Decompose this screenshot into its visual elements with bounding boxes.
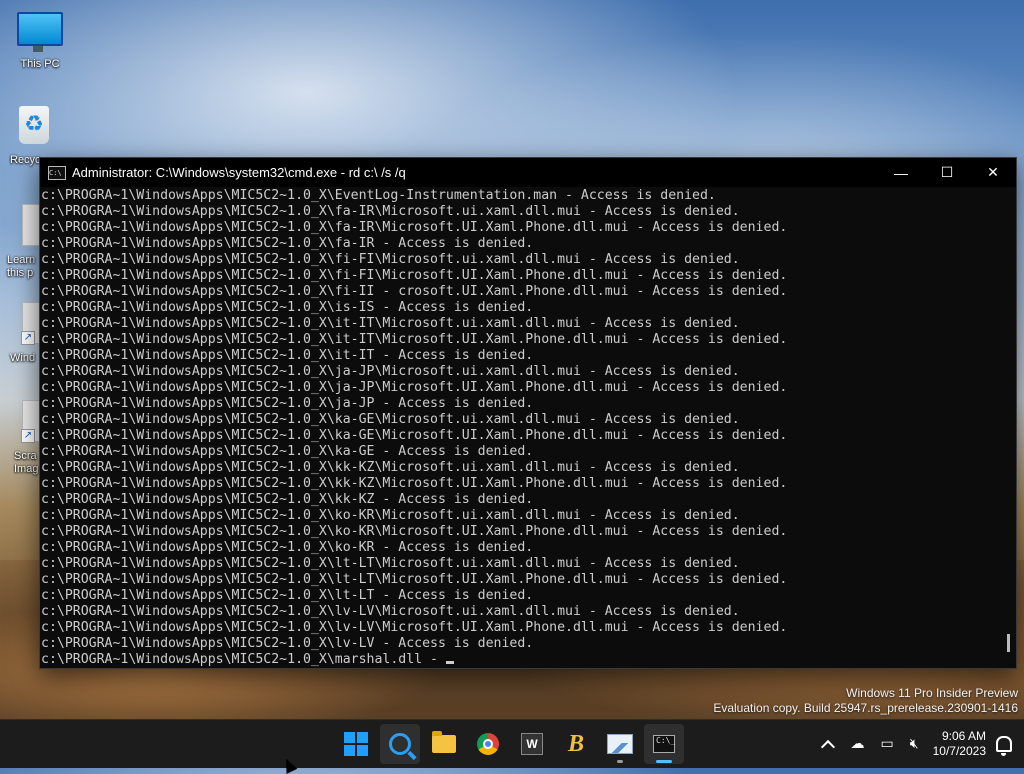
this-pc-icon bbox=[17, 12, 63, 52]
close-button[interactable]: ✕ bbox=[970, 158, 1016, 187]
console-line: c:\PROGRA~1\WindowsApps\MIC5C2~1.0_X\fa-… bbox=[41, 236, 534, 251]
console-line: c:\PROGRA~1\WindowsApps\MIC5C2~1.0_X\ko-… bbox=[41, 524, 788, 539]
chrome-icon bbox=[477, 733, 499, 755]
terminal-button[interactable]: C:\_ bbox=[644, 724, 684, 764]
console-line: c:\PROGRA~1\WindowsApps\MIC5C2~1.0_X\ko-… bbox=[41, 508, 740, 523]
terminal-icon: C:\_ bbox=[653, 735, 675, 753]
folder-icon bbox=[432, 731, 456, 753]
onedrive-icon[interactable]: ☁ bbox=[851, 736, 865, 752]
window-title: Administrator: C:\Windows\system32\cmd.e… bbox=[72, 165, 406, 180]
clock-time: 9:06 AM bbox=[941, 729, 986, 743]
windows-logo-icon bbox=[344, 732, 368, 756]
vertical-scrollbar[interactable] bbox=[1002, 187, 1014, 668]
watermark-line-edition: Windows 11 Pro Insider Preview bbox=[846, 686, 1018, 700]
desktop-icon-this-pc[interactable]: This PC bbox=[8, 12, 72, 71]
watermark-line-build: Evaluation copy. Build 25947.rs_prerelea… bbox=[713, 701, 1018, 715]
show-hidden-icons-chevron-icon[interactable] bbox=[820, 739, 835, 755]
search-button[interactable] bbox=[380, 724, 420, 764]
console-line: c:\PROGRA~1\WindowsApps\MIC5C2~1.0_X\ja-… bbox=[41, 380, 788, 395]
cmd-app-icon: C:\ bbox=[48, 165, 66, 180]
b-app-icon: B bbox=[567, 730, 584, 757]
shortcut-arrow-icon: ↗ bbox=[21, 331, 35, 345]
console-line: c:\PROGRA~1\WindowsApps\MIC5C2~1.0_X\ko-… bbox=[41, 540, 534, 555]
current-line-text: c:\PROGRA~1\WindowsApps\MIC5C2~1.0_X\mar… bbox=[41, 652, 438, 667]
file-explorer-button[interactable] bbox=[424, 724, 464, 764]
console-line: c:\PROGRA~1\WindowsApps\MIC5C2~1.0_X\ka-… bbox=[41, 412, 740, 427]
scrollbar-thumb[interactable] bbox=[1007, 634, 1010, 652]
shortcut-arrow-icon: ↗ bbox=[21, 429, 35, 443]
search-icon bbox=[389, 733, 411, 755]
console-line: c:\PROGRA~1\WindowsApps\MIC5C2~1.0_X\kk-… bbox=[41, 476, 788, 491]
console-line: c:\PROGRA~1\WindowsApps\MIC5C2~1.0_X\ja-… bbox=[41, 396, 534, 411]
image-chart-icon bbox=[607, 734, 633, 754]
console-line: c:\PROGRA~1\WindowsApps\MIC5C2~1.0_X\fi-… bbox=[41, 268, 788, 283]
console-line: c:\PROGRA~1\WindowsApps\MIC5C2~1.0_X\it-… bbox=[41, 316, 740, 331]
w-app-icon: W bbox=[521, 733, 543, 755]
recycle-bin-icon: ♻ bbox=[19, 106, 49, 144]
clock[interactable]: 9:06 AM 10/7/2023 bbox=[933, 729, 986, 759]
console-output[interactable]: c:\PROGRA~1\WindowsApps\MIC5C2~1.0_X\Eve… bbox=[40, 187, 1000, 668]
notifications-bell-icon[interactable] bbox=[996, 736, 1012, 756]
title-bar[interactable]: C:\ Administrator: C:\Windows\system32\c… bbox=[40, 158, 1016, 187]
chrome-button[interactable] bbox=[468, 724, 508, 764]
console-line: c:\PROGRA~1\WindowsApps\MIC5C2~1.0_X\kk-… bbox=[41, 492, 534, 507]
console-line: c:\PROGRA~1\WindowsApps\MIC5C2~1.0_X\fa-… bbox=[41, 220, 788, 235]
console-line: c:\PROGRA~1\WindowsApps\MIC5C2~1.0_X\Eve… bbox=[41, 188, 716, 203]
active-indicator bbox=[656, 760, 672, 763]
volume-muted-icon[interactable]: 🔇︎ bbox=[910, 736, 919, 752]
console-line: c:\PROGRA~1\WindowsApps\MIC5C2~1.0_X\ja-… bbox=[41, 364, 740, 379]
console-line: c:\PROGRA~1\WindowsApps\MIC5C2~1.0_X\lv-… bbox=[41, 636, 534, 651]
console-line: c:\PROGRA~1\WindowsApps\MIC5C2~1.0_X\lt-… bbox=[41, 572, 788, 587]
console-line: c:\PROGRA~1\WindowsApps\MIC5C2~1.0_X\lv-… bbox=[41, 604, 740, 619]
cmd-window[interactable]: C:\ Administrator: C:\Windows\system32\c… bbox=[39, 157, 1017, 669]
console-line: c:\PROGRA~1\WindowsApps\MIC5C2~1.0_X\lt-… bbox=[41, 556, 740, 571]
network-icon[interactable]: ▭ bbox=[881, 736, 894, 752]
system-tray: ☁ ▭ 🔇︎ 9:06 AM 10/7/2023 bbox=[813, 720, 1024, 768]
console-line: c:\PROGRA~1\WindowsApps\MIC5C2~1.0_X\it-… bbox=[41, 332, 788, 347]
maximize-button[interactable]: ☐ bbox=[924, 158, 970, 187]
console-line: c:\PROGRA~1\WindowsApps\MIC5C2~1.0_X\fi-… bbox=[41, 284, 788, 299]
photo-app-button[interactable] bbox=[600, 724, 640, 764]
taskbar: W B C:\_ ☁ ▭ 🔇︎ 9:06 AM 10/7/2023 bbox=[0, 719, 1024, 768]
text-cursor bbox=[445, 661, 454, 664]
console-line: c:\PROGRA~1\WindowsApps\MIC5C2~1.0_X\it-… bbox=[41, 348, 534, 363]
clock-date: 10/7/2023 bbox=[932, 744, 986, 758]
desktop-icon-label: This PC bbox=[20, 58, 60, 70]
console-line: c:\PROGRA~1\WindowsApps\MIC5C2~1.0_X\kk-… bbox=[41, 460, 740, 475]
evaluation-watermark: Windows 11 Pro Insider Preview Evaluatio… bbox=[713, 686, 1018, 716]
console-line: c:\PROGRA~1\WindowsApps\MIC5C2~1.0_X\lv-… bbox=[41, 620, 788, 635]
minimize-button[interactable]: — bbox=[878, 158, 924, 187]
w-app-button[interactable]: W bbox=[512, 724, 552, 764]
start-button[interactable] bbox=[336, 724, 376, 764]
console-line: c:\PROGRA~1\WindowsApps\MIC5C2~1.0_X\fi-… bbox=[41, 252, 740, 267]
console-line: c:\PROGRA~1\WindowsApps\MIC5C2~1.0_X\fa-… bbox=[41, 204, 740, 219]
console-line: c:\PROGRA~1\WindowsApps\MIC5C2~1.0_X\ka-… bbox=[41, 444, 534, 459]
console-line: c:\PROGRA~1\WindowsApps\MIC5C2~1.0_X\ka-… bbox=[41, 428, 788, 443]
running-indicator bbox=[617, 760, 623, 763]
console-current-line: c:\PROGRA~1\WindowsApps\MIC5C2~1.0_X\mar… bbox=[41, 652, 1000, 668]
console-line: c:\PROGRA~1\WindowsApps\MIC5C2~1.0_X\is-… bbox=[41, 300, 534, 315]
b-app-button[interactable]: B bbox=[556, 724, 596, 764]
console-line: c:\PROGRA~1\WindowsApps\MIC5C2~1.0_X\lt-… bbox=[41, 588, 534, 603]
